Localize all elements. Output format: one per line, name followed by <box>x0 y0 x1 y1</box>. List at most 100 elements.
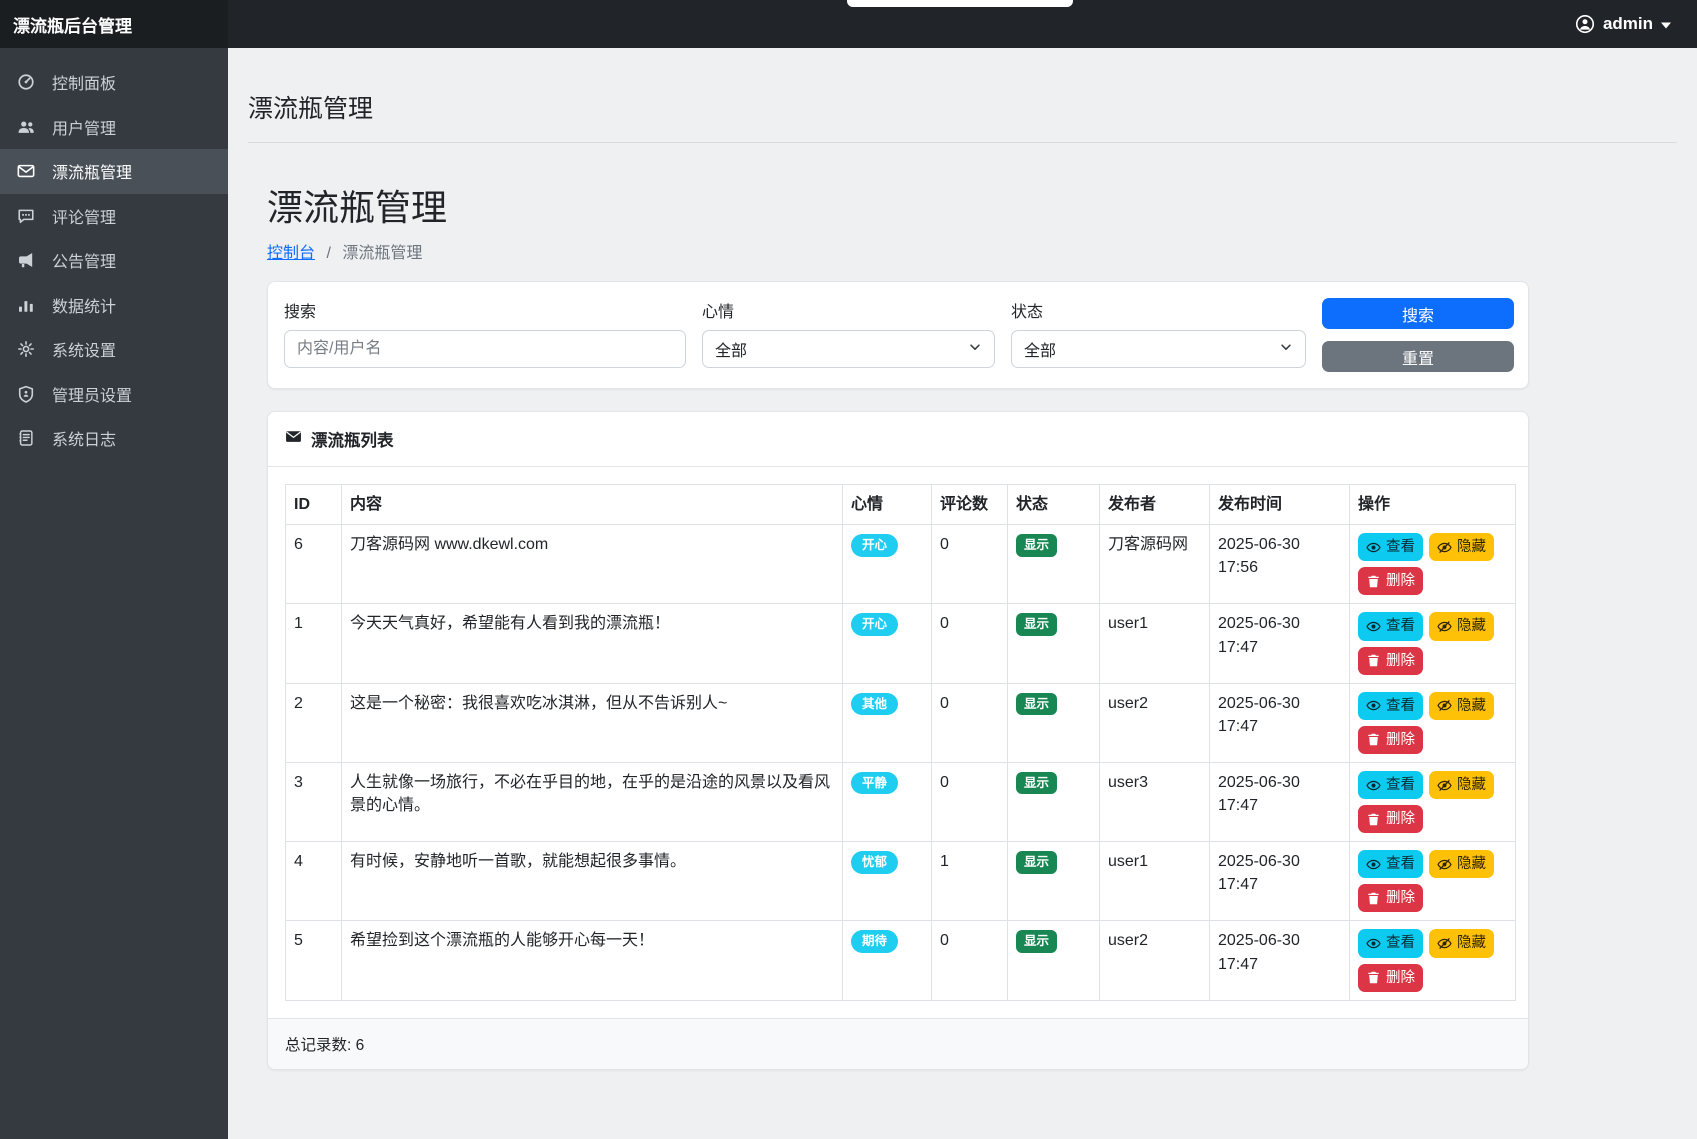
list-title: 漂流瓶列表 <box>311 427 394 451</box>
eye-slash-icon <box>1437 619 1452 634</box>
chevron-down-icon <box>1279 340 1293 359</box>
sidebar-item-label: 管理员设置 <box>52 382 132 406</box>
sidebar-item-announcements[interactable]: 公告管理 <box>0 238 228 283</box>
delete-button[interactable]: 删除 <box>1358 884 1423 912</box>
bottle-table: ID内容心情评论数状态发布者发布时间操作 6 刀客源码网 www.dkewl.c… <box>285 484 1516 1001</box>
view-button[interactable]: 查看 <box>1358 929 1423 957</box>
cell-content: 人生就像一场旅行，不必在乎目的地，在乎的是沿途的风景以及看风景的心情。 <box>342 762 843 841</box>
eye-icon <box>1366 936 1381 951</box>
sidebar-item-label: 漂流瓶管理 <box>52 159 132 183</box>
cell-status: 显示 <box>1008 525 1100 604</box>
total-records: 总记录数: 6 <box>285 1037 364 1054</box>
sidebar-item-stats[interactable]: 数据统计 <box>0 283 228 328</box>
sidebar-item-admins[interactable]: 管理员设置 <box>0 372 228 417</box>
cell-time: 2025-06-30 17:47 <box>1210 683 1350 762</box>
delete-button-label: 删除 <box>1386 810 1415 828</box>
search-button[interactable]: 搜索 <box>1322 298 1514 329</box>
shield-icon <box>17 385 36 403</box>
cell-publisher: user2 <box>1100 921 1210 1000</box>
cell-actions: 查看 隐藏 删除 <box>1350 921 1516 1000</box>
cell-comments: 0 <box>932 525 1008 604</box>
sidebar-item-comments[interactable]: 评论管理 <box>0 194 228 239</box>
status-select-value: 全部 <box>1024 337 1056 361</box>
delete-button[interactable]: 删除 <box>1358 964 1423 992</box>
mood-select-value: 全部 <box>715 337 747 361</box>
hide-button[interactable]: 隐藏 <box>1429 533 1494 561</box>
column-header-id: ID <box>286 485 342 525</box>
delete-button[interactable]: 删除 <box>1358 567 1423 595</box>
delete-button[interactable]: 删除 <box>1358 647 1423 675</box>
hide-button-label: 隐藏 <box>1457 617 1486 635</box>
mood-badge: 其他 <box>851 693 898 716</box>
hide-button[interactable]: 隐藏 <box>1429 929 1494 957</box>
content-header-title: 漂流瓶管理 <box>248 89 1677 125</box>
hide-button[interactable]: 隐藏 <box>1429 612 1494 640</box>
sidebar-item-users[interactable]: 用户管理 <box>0 105 228 150</box>
user-menu[interactable]: admin <box>1575 0 1697 48</box>
hide-button-label: 隐藏 <box>1457 776 1486 794</box>
status-badge: 显示 <box>1016 534 1057 557</box>
table-row: 5 希望捡到这个漂流瓶的人能够开心每一天！ 期待 0 显示 user2 2025… <box>286 921 1516 1000</box>
delete-button-label: 删除 <box>1386 652 1415 670</box>
cell-content: 有时候，安静地听一首歌，就能想起很多事情。 <box>342 842 843 921</box>
users-icon <box>17 118 36 136</box>
column-header-publisher: 发布者 <box>1100 485 1210 525</box>
eye-slash-icon <box>1437 698 1452 713</box>
column-header-actions: 操作 <box>1350 485 1516 525</box>
eye-icon <box>1366 778 1381 793</box>
cell-time: 2025-06-30 17:47 <box>1210 921 1350 1000</box>
column-header-comments: 评论数 <box>932 485 1008 525</box>
main-content: 漂流瓶管理 漂流瓶管理 控制台 / 漂流瓶管理 搜索 心情 <box>228 48 1697 1139</box>
trash-icon <box>1366 891 1381 906</box>
mood-select[interactable]: 全部 <box>702 330 995 368</box>
view-button-label: 查看 <box>1386 617 1415 635</box>
status-select[interactable]: 全部 <box>1011 330 1306 368</box>
megaphone-icon <box>17 251 36 269</box>
sidebar-item-bottles[interactable]: 漂流瓶管理 <box>0 149 228 194</box>
cell-status: 显示 <box>1008 683 1100 762</box>
cell-status: 显示 <box>1008 921 1100 1000</box>
cell-id: 2 <box>286 683 342 762</box>
cell-comments: 0 <box>932 683 1008 762</box>
view-button[interactable]: 查看 <box>1358 533 1423 561</box>
view-button-label: 查看 <box>1386 697 1415 715</box>
eye-icon <box>1366 540 1381 555</box>
hide-button[interactable]: 隐藏 <box>1429 850 1494 878</box>
hide-button[interactable]: 隐藏 <box>1429 771 1494 799</box>
chevron-down-icon <box>968 340 982 359</box>
mood-badge: 开心 <box>851 534 898 557</box>
trash-icon <box>1366 574 1381 589</box>
eye-slash-icon <box>1437 857 1452 872</box>
view-button[interactable]: 查看 <box>1358 692 1423 720</box>
gear-icon <box>17 340 36 358</box>
eye-icon <box>1366 857 1381 872</box>
delete-button-label: 删除 <box>1386 889 1415 907</box>
person-circle-icon <box>1575 14 1595 34</box>
list-card-header: 漂流瓶列表 <box>268 412 1528 467</box>
reset-button[interactable]: 重置 <box>1322 341 1514 372</box>
app-title: 漂流瓶后台管理 <box>0 0 228 48</box>
delete-button[interactable]: 删除 <box>1358 726 1423 754</box>
envelope-icon <box>17 162 36 180</box>
trash-icon <box>1366 653 1381 668</box>
cell-time: 2025-06-30 17:47 <box>1210 842 1350 921</box>
sidebar-item-logs[interactable]: 系统日志 <box>0 416 228 461</box>
view-button[interactable]: 查看 <box>1358 771 1423 799</box>
delete-button[interactable]: 删除 <box>1358 805 1423 833</box>
breadcrumb-link-console[interactable]: 控制台 <box>267 245 315 262</box>
view-button[interactable]: 查看 <box>1358 850 1423 878</box>
cell-time: 2025-06-30 17:47 <box>1210 604 1350 683</box>
eye-icon <box>1366 619 1381 634</box>
trash-icon <box>1366 812 1381 827</box>
envelope-fill-icon <box>285 428 302 450</box>
cell-publisher: user1 <box>1100 842 1210 921</box>
table-row: 3 人生就像一场旅行，不必在乎目的地，在乎的是沿途的风景以及看风景的心情。 平静… <box>286 762 1516 841</box>
sidebar-item-dashboard[interactable]: 控制面板 <box>0 60 228 105</box>
search-input[interactable] <box>284 330 686 368</box>
delete-button-label: 删除 <box>1386 572 1415 590</box>
trash-icon <box>1366 970 1381 985</box>
hide-button[interactable]: 隐藏 <box>1429 692 1494 720</box>
view-button[interactable]: 查看 <box>1358 612 1423 640</box>
mood-badge: 忧郁 <box>851 851 898 874</box>
sidebar-item-settings[interactable]: 系统设置 <box>0 327 228 372</box>
